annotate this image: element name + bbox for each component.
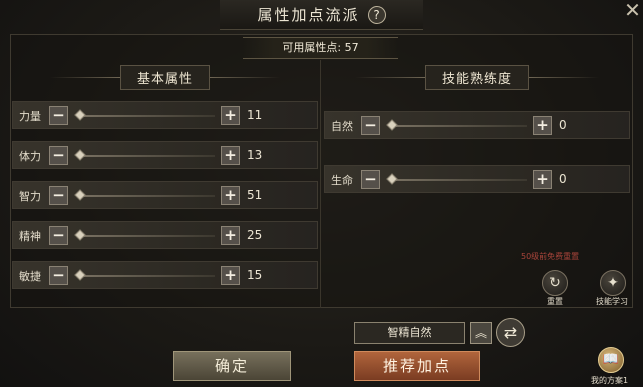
reset-label: 重置 bbox=[547, 297, 563, 306]
page-title: 属性加点流派 bbox=[257, 6, 360, 24]
attribute-value: 51 bbox=[247, 188, 263, 202]
plus-button[interactable]: + bbox=[533, 170, 552, 189]
skill-proficiency-header: 技能熟练度 bbox=[352, 64, 602, 90]
recommend-button[interactable]: 推荐加点 bbox=[354, 351, 480, 381]
free-reset-note: 50级前免费重置 bbox=[521, 252, 580, 261]
attribute-label: 体力 bbox=[19, 150, 41, 163]
switch-scheme-icon[interactable]: ⇄ bbox=[496, 318, 525, 347]
slider-handle[interactable] bbox=[74, 149, 86, 161]
slider-handle[interactable] bbox=[74, 229, 86, 241]
slider-handle[interactable] bbox=[386, 173, 398, 185]
my-plans-label: 我的方案1 bbox=[591, 376, 629, 385]
slider-track[interactable] bbox=[389, 179, 527, 181]
attribute-label: 力量 bbox=[19, 110, 41, 123]
slider-track[interactable] bbox=[77, 195, 215, 197]
plus-button[interactable]: + bbox=[533, 116, 552, 135]
plus-button[interactable]: + bbox=[221, 226, 240, 245]
skill-value: 0 bbox=[559, 118, 567, 132]
attribute-label: 智力 bbox=[19, 190, 41, 203]
attribute-value: 25 bbox=[247, 228, 263, 242]
plus-button[interactable]: + bbox=[221, 186, 240, 205]
minus-button[interactable]: − bbox=[49, 226, 68, 245]
minus-button[interactable]: − bbox=[49, 266, 68, 285]
attribute-row-intelligence: 智力 − + 51 bbox=[12, 181, 318, 209]
skill-row-nature: 自然 − + 0 bbox=[324, 111, 630, 139]
slider-handle[interactable] bbox=[74, 109, 86, 121]
skill-value: 0 bbox=[559, 172, 567, 186]
attribute-value: 15 bbox=[247, 268, 263, 282]
slider-track[interactable] bbox=[77, 235, 215, 237]
attribute-row-agility: 敏捷 − + 15 bbox=[12, 261, 318, 289]
skill-label: 生命 bbox=[331, 174, 353, 187]
available-points: 可用属性点: 57 bbox=[243, 37, 398, 59]
attribute-value: 11 bbox=[247, 108, 263, 122]
basic-attributes-header: 基本属性 bbox=[40, 64, 290, 90]
attribute-row-strength: 力量 − + 11 bbox=[12, 101, 318, 129]
plus-button[interactable]: + bbox=[221, 146, 240, 165]
slider-track[interactable] bbox=[77, 155, 215, 157]
scheme-name-field[interactable]: 智精自然 bbox=[354, 322, 465, 344]
divider bbox=[210, 76, 280, 78]
slider-handle[interactable] bbox=[386, 119, 398, 131]
divider bbox=[49, 76, 120, 78]
minus-button[interactable]: − bbox=[49, 186, 68, 205]
slider-handle[interactable] bbox=[74, 269, 86, 281]
slider-track[interactable] bbox=[77, 115, 215, 117]
slider-track[interactable] bbox=[77, 275, 215, 277]
confirm-button[interactable]: 确定 bbox=[173, 351, 291, 381]
skill-learn-label: 技能学习 bbox=[596, 297, 628, 306]
section-title-basic: 基本属性 bbox=[119, 64, 210, 90]
minus-button[interactable]: − bbox=[361, 170, 380, 189]
divider bbox=[354, 76, 425, 78]
attribute-row-spirit: 精神 − + 25 bbox=[12, 221, 318, 249]
skill-label: 自然 bbox=[331, 120, 353, 133]
plus-button[interactable]: + bbox=[221, 266, 240, 285]
minus-button[interactable]: − bbox=[49, 106, 68, 125]
plus-button[interactable]: + bbox=[221, 106, 240, 125]
attribute-value: 13 bbox=[247, 148, 263, 162]
divider bbox=[529, 76, 599, 78]
minus-button[interactable]: − bbox=[49, 146, 68, 165]
section-title-skill: 技能熟练度 bbox=[424, 64, 529, 90]
skill-learn-icon[interactable]: ✦ bbox=[600, 270, 626, 296]
attribute-label: 精神 bbox=[19, 230, 41, 243]
slider-handle[interactable] bbox=[74, 189, 86, 201]
collapse-icon[interactable]: ︽ bbox=[470, 322, 492, 344]
help-icon[interactable]: ? bbox=[367, 5, 386, 24]
title-bar: 属性加点流派 ? bbox=[220, 0, 423, 30]
attribute-window: 属性加点流派 ? ✕ 可用属性点: 57 基本属性 技能熟练度 力量 − + 1… bbox=[0, 0, 643, 387]
attribute-row-stamina: 体力 − + 13 bbox=[12, 141, 318, 169]
book-icon[interactable]: 📖 bbox=[598, 347, 624, 373]
minus-button[interactable]: − bbox=[361, 116, 380, 135]
panel-divider bbox=[320, 60, 321, 308]
reset-icon[interactable]: ↻ bbox=[542, 270, 568, 296]
close-icon[interactable]: ✕ bbox=[622, 0, 643, 22]
attribute-label: 敏捷 bbox=[19, 270, 41, 283]
slider-track[interactable] bbox=[389, 125, 527, 127]
skill-row-life: 生命 − + 0 bbox=[324, 165, 630, 193]
